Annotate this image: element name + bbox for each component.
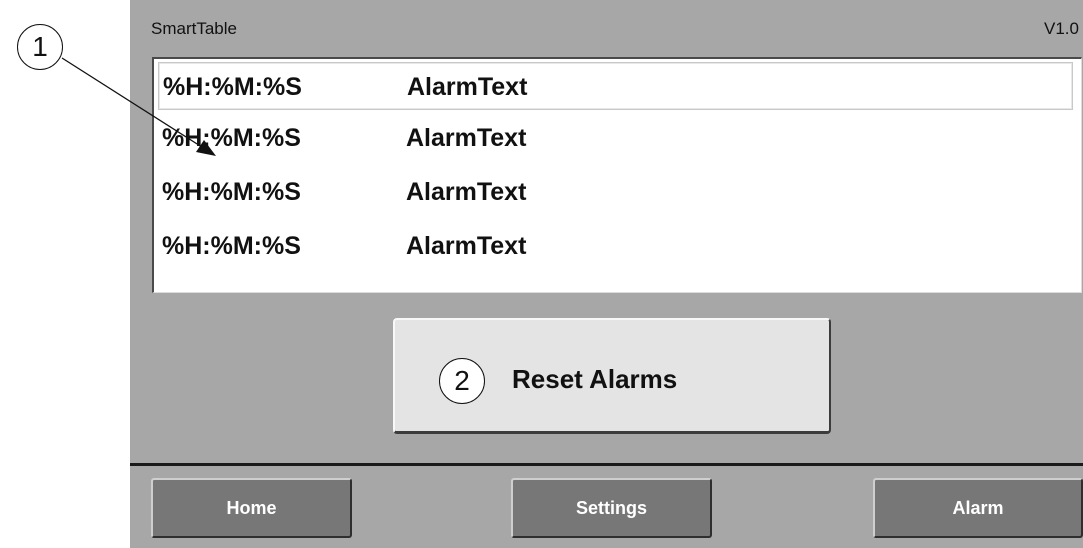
- hmi-screen: SmartTable V1.0 %H:%M:%S AlarmText %H:%M…: [130, 0, 1083, 548]
- alarm-text: AlarmText: [406, 232, 527, 260]
- alarm-text: AlarmText: [406, 124, 527, 152]
- page: 1 SmartTable V1.0 %H:%M:%S AlarmText %H:…: [0, 0, 1083, 548]
- callout-2: 2: [439, 358, 485, 404]
- reset-alarms-label: Reset Alarms: [512, 364, 678, 394]
- title-bar: SmartTable V1.0: [130, 0, 1083, 56]
- callout-1: 1: [17, 24, 63, 70]
- reset-alarms-button[interactable]: 2 Reset Alarms: [393, 318, 831, 434]
- callout-1-number: 1: [32, 31, 48, 62]
- bottom-nav: Home Settings Alarm: [130, 466, 1083, 548]
- home-button[interactable]: Home: [151, 478, 352, 538]
- alarm-row[interactable]: %H:%M:%S AlarmText: [158, 222, 1073, 270]
- alarm-row[interactable]: %H:%M:%S AlarmText: [158, 62, 1073, 110]
- alarm-text: AlarmText: [406, 178, 527, 206]
- alarm-button[interactable]: Alarm: [873, 478, 1083, 538]
- alarm-text: AlarmText: [407, 73, 528, 101]
- home-button-label: Home: [226, 497, 277, 518]
- settings-button-label: Settings: [575, 497, 647, 518]
- app-title: SmartTable: [151, 19, 237, 38]
- alarm-time: %H:%M:%S: [162, 178, 301, 206]
- alarm-list[interactable]: %H:%M:%S AlarmText %H:%M:%S AlarmText %H…: [152, 57, 1082, 293]
- alarm-time: %H:%M:%S: [162, 232, 301, 260]
- settings-button[interactable]: Settings: [511, 478, 712, 538]
- alarm-row[interactable]: %H:%M:%S AlarmText: [158, 168, 1073, 216]
- alarm-time: %H:%M:%S: [162, 124, 301, 152]
- callout-2-number: 2: [454, 365, 470, 396]
- app-version: V1.0: [1044, 19, 1079, 38]
- alarm-button-label: Alarm: [952, 497, 1004, 518]
- alarm-time: %H:%M:%S: [163, 73, 302, 101]
- alarm-row[interactable]: %H:%M:%S AlarmText: [158, 114, 1073, 162]
